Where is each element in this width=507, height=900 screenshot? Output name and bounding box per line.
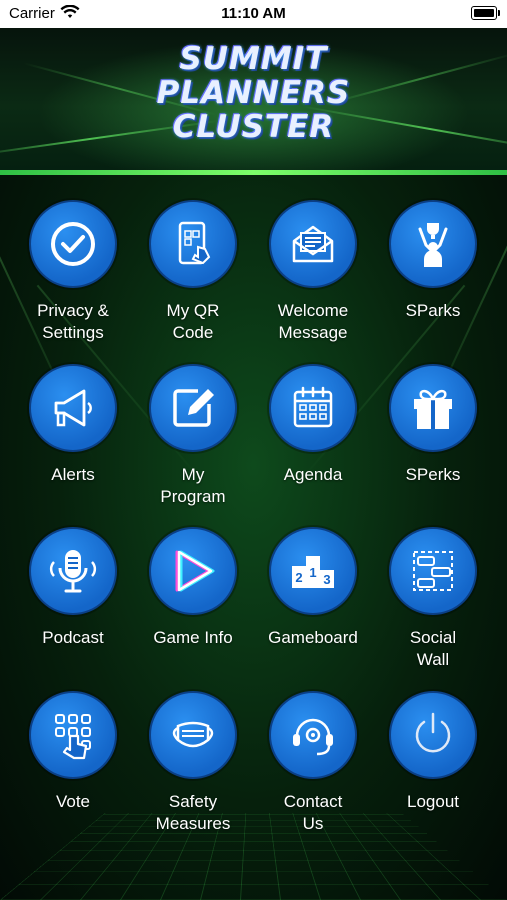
sparks-button[interactable]: SParks [373, 200, 493, 322]
safety-measures-button[interactable]: Safety Measures [133, 691, 253, 835]
alerts-button[interactable]: Alerts [13, 364, 133, 486]
svg-text:2: 2 [295, 570, 302, 585]
check-circle-icon [29, 200, 117, 288]
edit-icon [149, 364, 237, 452]
gameboard-button[interactable]: 12 3 Gameboard [253, 527, 373, 649]
menu-label: SParks [405, 301, 461, 320]
menu-label: Podcast [42, 628, 104, 647]
contact-us-button[interactable]: Contact Us [253, 691, 373, 835]
header-banner: SUMMIT PLANNERS CLUSTER [0, 28, 507, 170]
menu-label: My Program [160, 465, 226, 506]
menu-label: Safety Measures [155, 792, 231, 833]
summit-planners-cluster-logo: SUMMIT PLANNERS CLUSTER [0, 42, 507, 144]
main-menu: Privacy & Settings My QR Code Welcome Me… [0, 175, 507, 900]
menu-label: Agenda [283, 465, 343, 484]
logo-line: PLANNERS [156, 75, 351, 111]
menu-label: My QR Code [166, 301, 220, 342]
menu-label: SPerks [405, 465, 461, 484]
podium-icon: 12 3 [269, 527, 357, 615]
agenda-button[interactable]: Agenda [253, 364, 373, 486]
vote-tap-icon [29, 691, 117, 779]
power-icon [389, 691, 477, 779]
vote-button[interactable]: Vote [13, 691, 133, 813]
svg-text:3: 3 [323, 572, 330, 587]
headset-icon [269, 691, 357, 779]
megaphone-icon [29, 364, 117, 452]
menu-label: Alerts [51, 465, 95, 484]
menu-label: Social Wall [409, 628, 457, 669]
envelope-icon [269, 200, 357, 288]
trophy-person-icon [389, 200, 477, 288]
sperks-button[interactable]: SPerks [373, 364, 493, 486]
menu-label: Game Info [153, 628, 233, 647]
logout-button[interactable]: Logout [373, 691, 493, 813]
calendar-icon [269, 364, 357, 452]
battery-icon [471, 6, 500, 20]
social-wall-button[interactable]: Social Wall [373, 527, 493, 671]
mask-icon [149, 691, 237, 779]
menu-label: Welcome Message [277, 301, 349, 342]
podcast-button[interactable]: Podcast [13, 527, 133, 649]
menu-label: Contact Us [283, 792, 343, 833]
menu-label: Vote [55, 792, 91, 811]
my-program-button[interactable]: My Program [133, 364, 253, 508]
status-bar: Carrier 11:10 AM [0, 0, 507, 28]
menu-label: Gameboard [268, 628, 358, 647]
svg-text:1: 1 [309, 565, 316, 580]
logo-line: CLUSTER [172, 109, 335, 145]
menu-label: Logout [407, 792, 459, 811]
gift-icon [389, 364, 477, 452]
microphone-icon [29, 527, 117, 615]
clock: 11:10 AM [221, 5, 286, 22]
chat-board-icon [389, 527, 477, 615]
menu-label: Privacy & Settings [37, 301, 109, 342]
privacy-settings-button[interactable]: Privacy & Settings [13, 200, 133, 344]
welcome-message-button[interactable]: Welcome Message [253, 200, 373, 344]
qr-phone-icon [149, 200, 237, 288]
game-info-button[interactable]: Game Info [133, 527, 253, 649]
logo-line: SUMMIT [179, 41, 328, 77]
my-qr-code-button[interactable]: My QR Code [133, 200, 253, 344]
play-icon [149, 527, 237, 615]
